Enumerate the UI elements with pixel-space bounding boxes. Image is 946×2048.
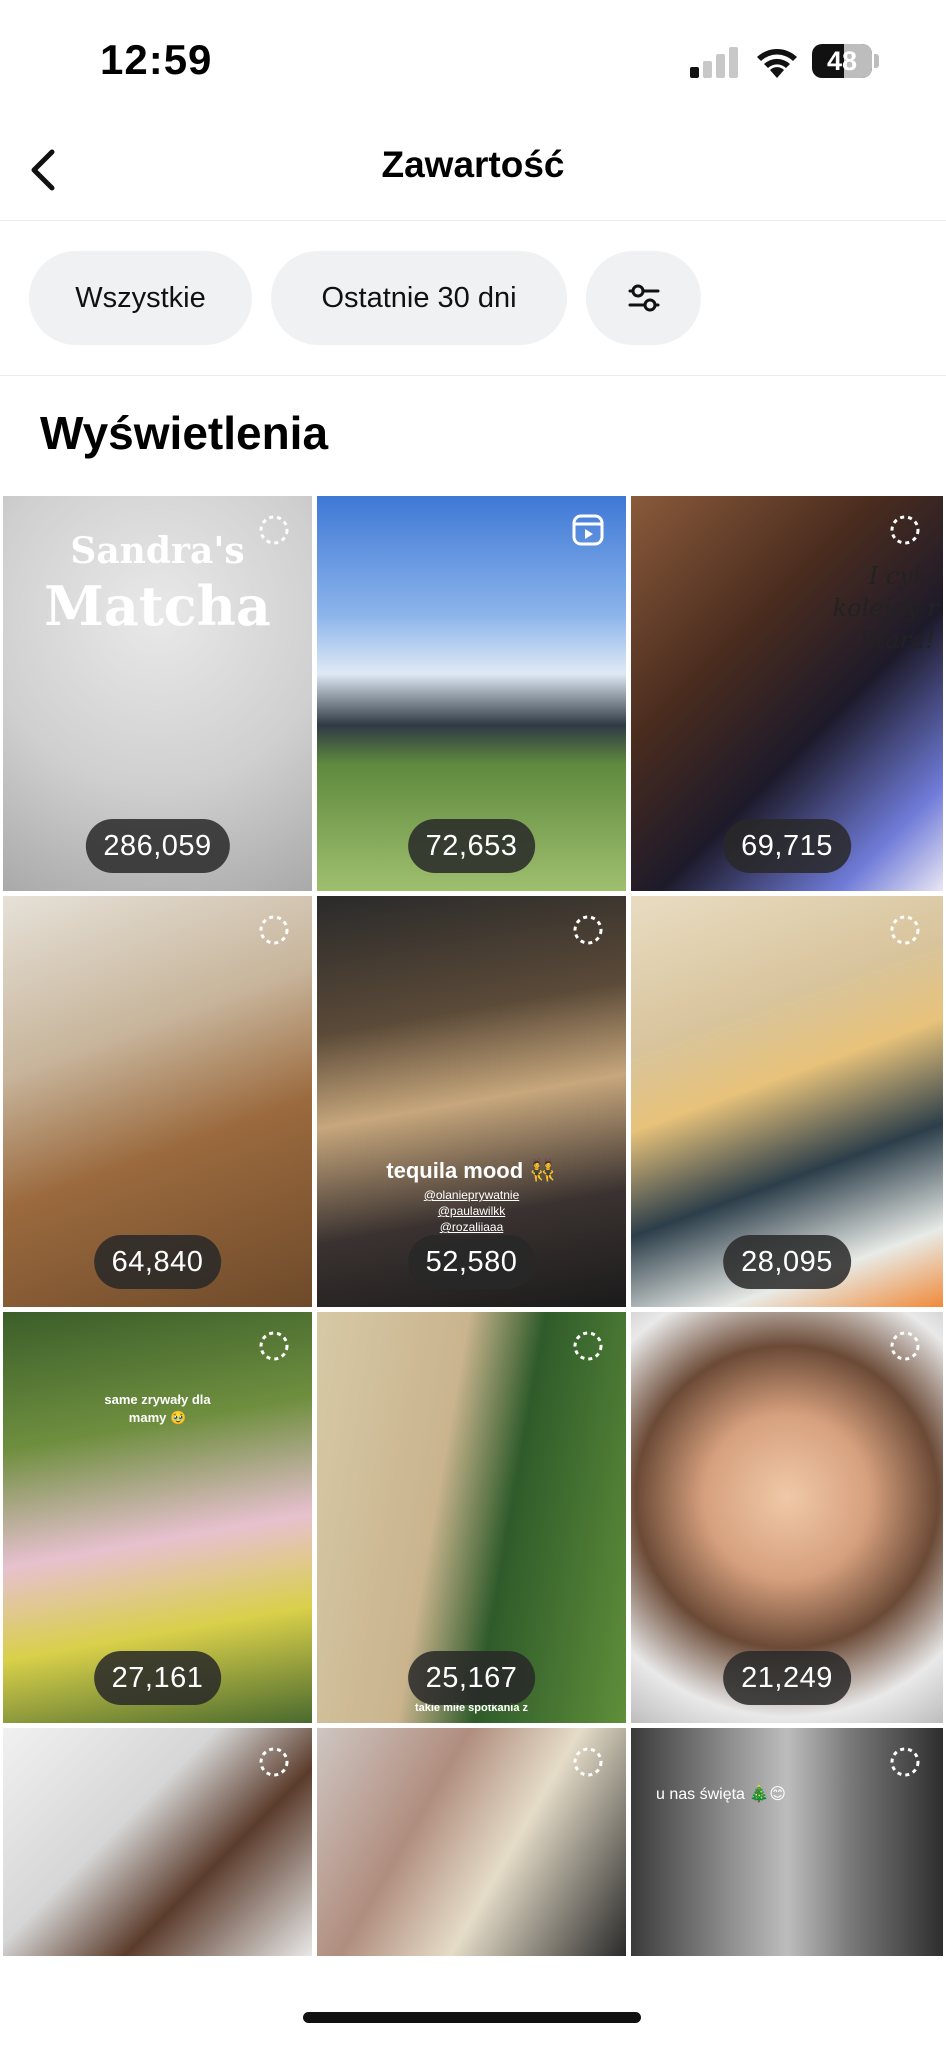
- loading-spinner-icon: [573, 1331, 603, 1361]
- post-tile[interactable]: takie miłe spotkania z 25,167: [317, 1312, 626, 1723]
- post-tile[interactable]: tequila mood 👯 @olanieprywatnie @paulawi…: [317, 896, 626, 1307]
- sliders-icon: [628, 284, 659, 312]
- post-overlay-text: tequila mood 👯: [386, 1158, 557, 1183]
- post-tile[interactable]: same zrywały dla mamy 🥹 27,161: [3, 1312, 312, 1723]
- loading-spinner-icon: [259, 915, 289, 945]
- views-count: 28,095: [723, 1235, 851, 1289]
- post-tile[interactable]: [3, 1728, 312, 1956]
- loading-spinner-icon: [573, 1747, 603, 1777]
- home-indicator: [303, 2012, 641, 2023]
- post-tile[interactable]: 72,653: [317, 496, 626, 891]
- battery-icon: 48: [812, 44, 872, 78]
- post-overlay-text: kolejny r: [832, 594, 939, 622]
- views-count: 21,249: [723, 1651, 851, 1705]
- loading-spinner-icon: [890, 1747, 920, 1777]
- views-count: 25,167: [407, 1651, 536, 1705]
- post-tile[interactable]: [317, 1728, 626, 1956]
- status-bar: 12:59 48: [0, 0, 946, 120]
- post-overlay-text: Matcha: [44, 574, 271, 638]
- filter-settings-button[interactable]: [586, 251, 701, 345]
- loading-spinner-icon: [259, 515, 289, 545]
- status-time: 12:59: [100, 36, 213, 83]
- loading-spinner-icon: [890, 515, 920, 545]
- cellular-signal-icon: [690, 46, 738, 78]
- post-overlay-text: I cyk,: [868, 562, 935, 590]
- filter-date-range-chip[interactable]: Ostatnie 30 dni: [271, 251, 567, 345]
- views-count: 27,161: [93, 1651, 222, 1705]
- loading-spinner-icon: [890, 1331, 920, 1361]
- post-tile[interactable]: u nas święta 🎄😊: [631, 1728, 943, 1956]
- loading-spinner-icon: [259, 1331, 289, 1361]
- post-tile[interactable]: 64,840: [3, 896, 312, 1307]
- loading-spinner-icon: [890, 915, 920, 945]
- post-overlay-text: Stara!: [859, 626, 935, 654]
- post-overlay-text: u nas święta 🎄😊: [656, 1786, 786, 1803]
- page-title: Zawartość: [381, 144, 565, 185]
- views-count: 64,840: [93, 1235, 222, 1289]
- battery-percent: 48: [826, 46, 858, 76]
- views-count: 52,580: [407, 1235, 536, 1289]
- loading-spinner-icon: [259, 1747, 289, 1777]
- post-overlay-text: @rozaliiaaa: [439, 1220, 504, 1234]
- filter-all-chip[interactable]: Wszystkie: [29, 251, 252, 345]
- post-overlay-text: @olanieprywatnie: [423, 1188, 520, 1202]
- filter-bar: Wszystkie Ostatnie 30 dni: [0, 221, 946, 376]
- views-count: 72,653: [407, 819, 536, 873]
- wifi-icon: [757, 49, 797, 78]
- loading-spinner-icon: [573, 915, 603, 945]
- header: Zawartość: [0, 120, 946, 221]
- post-tile[interactable]: Sandra's Matcha 286,059: [3, 496, 312, 891]
- post-overlay-text: @paulawilkk: [437, 1204, 506, 1218]
- section-title: Wyświetlenia: [40, 407, 329, 459]
- post-tile[interactable]: I cyk, kolejny r Stara! 69,715: [631, 496, 943, 891]
- post-overlay-text: same zrywały dla: [104, 1392, 211, 1407]
- views-count: 286,059: [85, 819, 230, 873]
- post-tile[interactable]: 28,095: [631, 896, 943, 1307]
- views-count: 69,715: [723, 819, 851, 873]
- reel-icon: [572, 514, 604, 546]
- post-tile[interactable]: 21,249: [631, 1312, 943, 1723]
- post-overlay-text: mamy 🥹: [128, 1410, 187, 1425]
